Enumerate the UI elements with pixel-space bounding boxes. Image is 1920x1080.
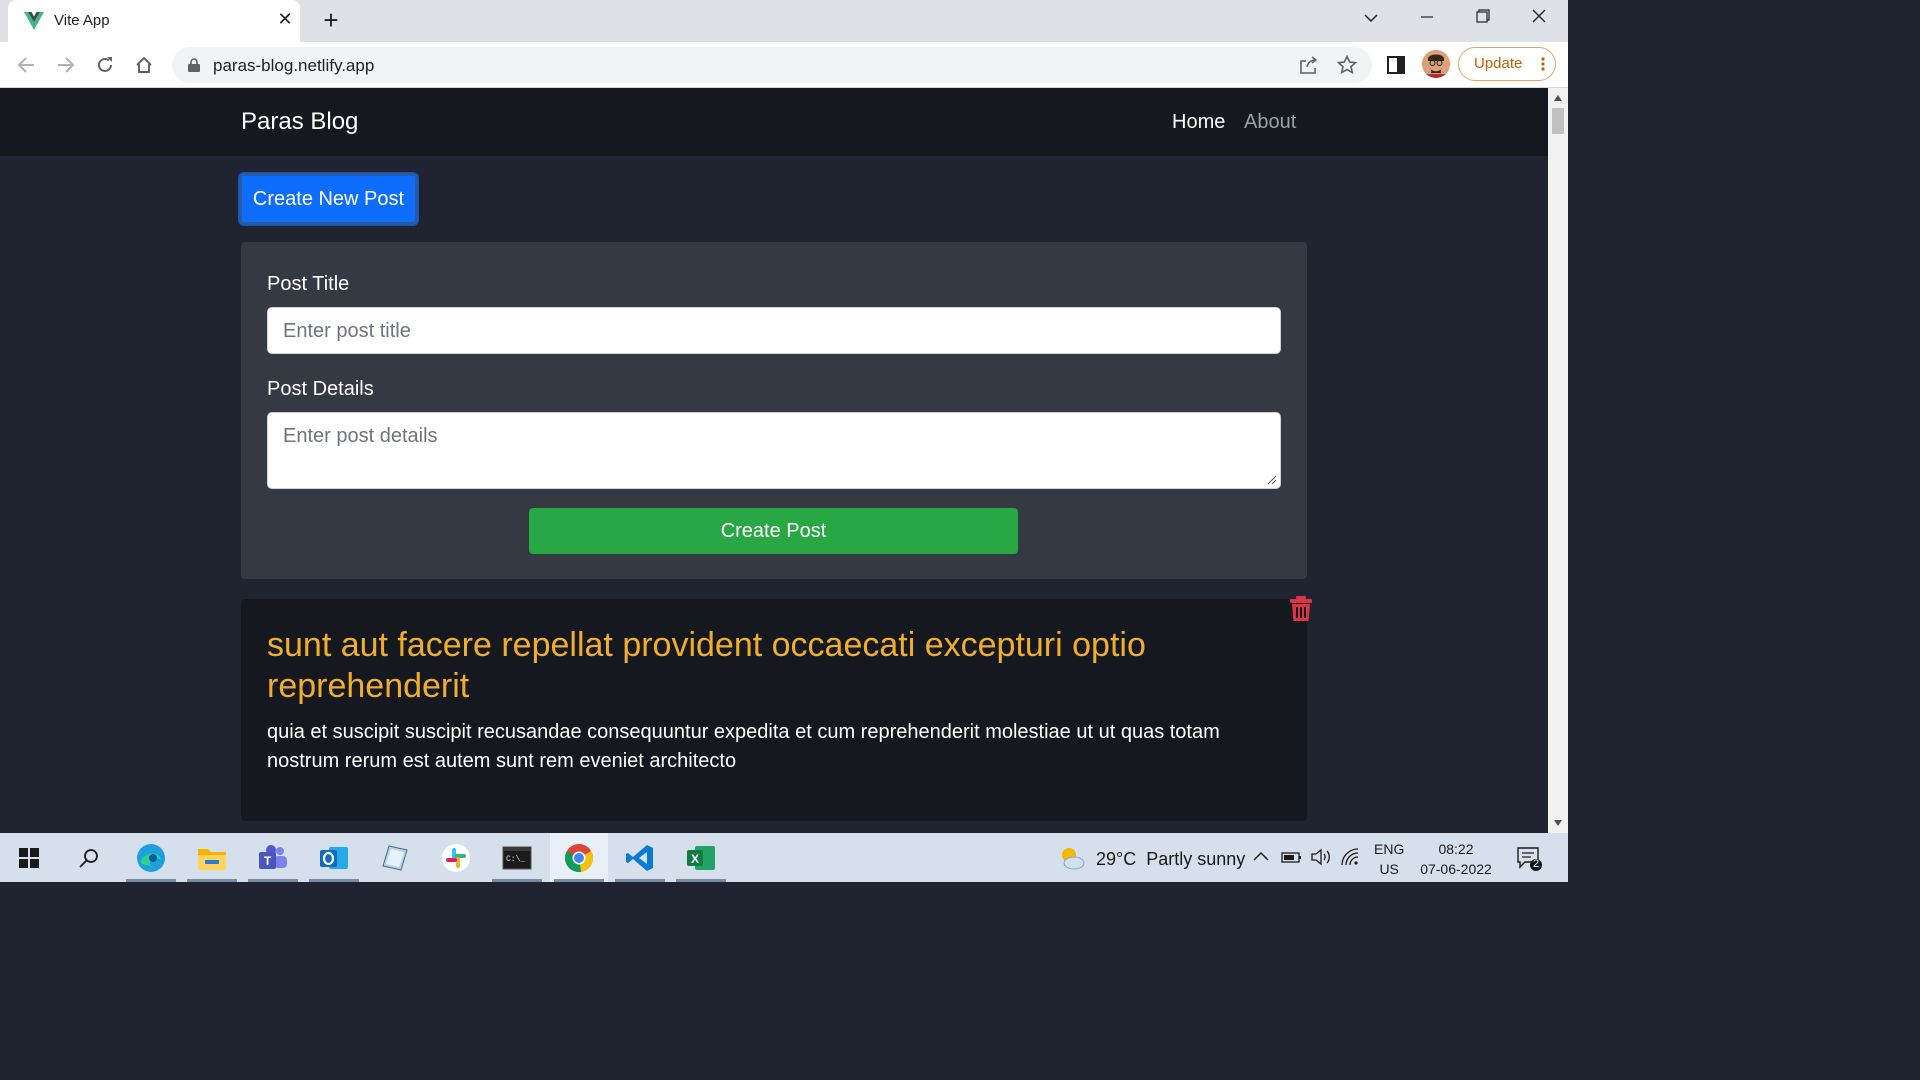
teams-icon[interactable]: T — [244, 833, 302, 882]
clock-time: 08:22 — [1438, 841, 1474, 857]
language-code: ENG — [1374, 841, 1405, 857]
browser-tab[interactable]: Vite App ✕ — [8, 0, 300, 42]
new-tab-icon[interactable]: + — [318, 7, 344, 34]
site-navbar: Paras Blog Home About — [0, 88, 1548, 156]
post-card: sunt aut facere repellat provident occae… — [241, 596, 1312, 821]
post-details-textarea[interactable]: Enter post details — [267, 412, 1281, 489]
site-brand[interactable]: Paras Blog — [241, 108, 358, 136]
side-panel-icon[interactable] — [1384, 53, 1408, 77]
scroll-thumb[interactable] — [1552, 108, 1564, 134]
running-indicator — [554, 879, 604, 882]
slack-icon[interactable] — [427, 833, 485, 882]
scroll-up-icon[interactable] — [1553, 94, 1563, 102]
page-scrollbar[interactable] — [1548, 88, 1568, 833]
forward-icon[interactable] — [52, 51, 80, 79]
vscode-icon[interactable] — [611, 833, 669, 882]
trash-icon[interactable] — [1289, 595, 1313, 622]
minimize-icon[interactable] — [1412, 6, 1442, 32]
home-icon[interactable] — [130, 51, 158, 79]
tab-title: Vite App — [54, 12, 110, 29]
browser-toolbar: paras-blog.netlify.app Update — [0, 42, 1568, 88]
svg-text:C:\_: C:\_ — [506, 855, 525, 864]
windows-taskbar: T C:\_ X 29°C Partly sunny ENG US 08:22 … — [0, 833, 1568, 882]
running-indicator — [492, 879, 542, 882]
create-post-button[interactable]: Create Post — [529, 508, 1018, 554]
post-title-placeholder: Enter post title — [283, 320, 411, 342]
lock-icon — [188, 58, 200, 72]
wifi-icon[interactable] — [1340, 848, 1362, 871]
url-text: paras-blog.netlify.app — [213, 56, 375, 75]
back-icon[interactable] — [12, 51, 40, 79]
resize-handle-icon[interactable] — [1267, 475, 1277, 485]
reload-icon[interactable] — [91, 51, 119, 79]
post-details-label: Post Details — [267, 378, 374, 400]
nav-link-home[interactable]: Home — [1172, 111, 1225, 134]
battery-icon[interactable] — [1281, 849, 1303, 870]
more-options-icon — [1541, 57, 1545, 71]
input-language[interactable]: ENG US — [1374, 839, 1404, 879]
scroll-down-icon[interactable] — [1553, 819, 1563, 827]
tab-close-icon[interactable]: ✕ — [274, 8, 296, 30]
post-body: quia et suscipit suscipit recusandae con… — [267, 721, 1220, 772]
post-title-input[interactable]: Enter post title — [267, 307, 1281, 354]
running-indicator — [126, 879, 176, 882]
clock-date: 07-06-2022 — [1420, 861, 1492, 877]
clock[interactable]: 08:22 07-06-2022 — [1416, 839, 1496, 879]
file-explorer-icon[interactable] — [183, 833, 241, 882]
browser-tab-strip: Vite App ✕ + — [0, 0, 1568, 42]
update-button[interactable]: Update — [1458, 47, 1556, 81]
keyboard-layout: US — [1379, 861, 1399, 877]
restore-icon[interactable] — [1468, 6, 1498, 32]
profile-avatar[interactable] — [1422, 50, 1450, 78]
weather-text[interactable]: 29°C Partly sunny — [1096, 849, 1245, 870]
create-new-post-button[interactable]: Create New Post — [239, 173, 418, 225]
volume-icon[interactable] — [1310, 848, 1332, 871]
show-hidden-icons-icon[interactable] — [1252, 849, 1270, 867]
partly-sunny-icon[interactable] — [1058, 845, 1086, 871]
running-indicator — [309, 879, 359, 882]
search-icon[interactable] — [60, 833, 118, 882]
terminal-icon[interactable]: C:\_ — [488, 833, 546, 882]
outlook-icon[interactable] — [305, 833, 363, 882]
running-indicator — [676, 879, 726, 882]
close-window-icon[interactable] — [1524, 6, 1554, 32]
notification-count: 2 — [1532, 858, 1540, 870]
notification-center-icon[interactable]: 2 — [1516, 845, 1542, 871]
running-indicator — [187, 879, 237, 882]
page-viewport: Paras Blog Home About Create New Post Po… — [0, 88, 1548, 833]
chrome-icon[interactable] — [550, 833, 608, 882]
post-details-placeholder: Enter post details — [283, 425, 438, 447]
edge-icon[interactable] — [122, 833, 180, 882]
nav-link-about[interactable]: About — [1244, 111, 1296, 134]
bookmark-star-icon[interactable] — [1335, 53, 1359, 77]
post-title-label: Post Title — [267, 273, 350, 295]
new-post-form: Post Title Enter post title Post Details… — [241, 242, 1307, 579]
vue-logo-icon — [24, 12, 44, 30]
address-bar[interactable]: paras-blog.netlify.app — [172, 47, 1372, 83]
post-title: sunt aut facere repellat provident occae… — [267, 626, 1146, 705]
notes-app-icon[interactable] — [366, 833, 424, 882]
running-indicator — [248, 879, 298, 882]
svg-text:T: T — [264, 854, 272, 868]
share-icon[interactable] — [1296, 53, 1320, 77]
tab-search-icon[interactable] — [1356, 6, 1386, 32]
svg-text:X: X — [691, 852, 699, 866]
running-indicator — [615, 879, 665, 882]
update-label: Update — [1474, 55, 1523, 72]
excel-icon[interactable]: X — [672, 833, 730, 882]
windows-start-icon[interactable] — [0, 833, 58, 882]
